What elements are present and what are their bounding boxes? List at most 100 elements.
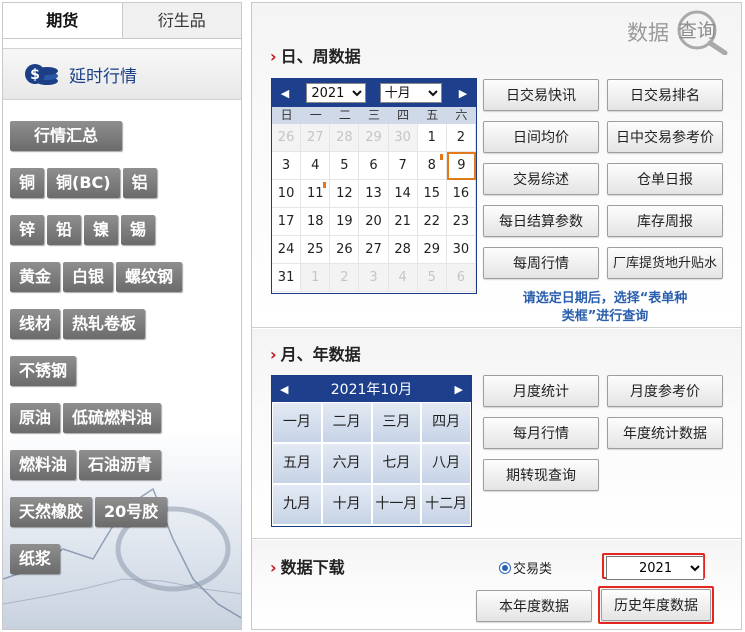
prev-month-icon[interactable]: ◀ [277,87,293,100]
calendar-day[interactable]: 27 [359,236,389,264]
calendar-day[interactable]: 10 [272,180,302,208]
calendar-day[interactable]: 24 [272,236,302,264]
calendar-day[interactable]: 28 [388,236,418,264]
calendar-day[interactable]: 3 [272,152,302,180]
calendar-day[interactable]: 30 [388,124,418,152]
calendar-day[interactable]: 4 [388,264,418,292]
calendar-day[interactable]: 23 [446,208,476,236]
monthly-button[interactable]: 每月行情 [483,417,599,449]
next-year-icon[interactable]: ▶ [455,383,463,396]
daily-button[interactable]: 每日结算参数 [483,205,599,237]
calendar-day[interactable]: 12 [330,180,360,208]
summary-button[interactable]: 行情汇总 [10,121,123,151]
history-year-data-button[interactable]: 历史年度数据 [601,589,711,621]
calendar-day[interactable]: 17 [272,208,302,236]
calendar-day[interactable]: 6 [446,264,476,292]
month-cell[interactable]: 二月 [321,402,372,443]
calendar-day[interactable]: 21 [388,208,418,236]
tab-futures[interactable]: 期货 [3,3,122,38]
month-cell[interactable]: 七月 [371,443,422,484]
calendar-day[interactable]: 7 [388,152,418,180]
product-button[interactable]: 纸浆 [10,544,61,574]
calendar-day[interactable]: 2 [446,124,476,152]
product-button[interactable]: 锌 [10,215,45,245]
month-cell[interactable]: 十一月 [371,484,422,525]
product-button[interactable]: 黄金 [10,262,61,292]
calendar-day[interactable]: 5 [417,264,447,292]
monthly-button[interactable]: 年度统计数据 [607,417,723,449]
calendar-day[interactable]: 18 [301,208,331,236]
next-month-icon[interactable]: ▶ [455,87,471,100]
calendar-day[interactable]: 5 [330,152,360,180]
tab-derivatives[interactable]: 衍生品 [121,3,241,38]
calendar-day[interactable]: 26 [272,124,302,152]
product-button[interactable]: 不锈钢 [10,356,77,386]
monthly-button[interactable]: 期转现查询 [483,459,599,491]
calendar-day[interactable]: 29 [417,236,447,264]
calendar-day[interactable]: 20 [359,208,389,236]
product-button[interactable]: 燃料油 [10,450,77,480]
calendar-day[interactable]: 25 [301,236,331,264]
product-button[interactable]: 20号胶 [95,497,168,527]
calendar-day[interactable]: 31 [272,264,302,292]
product-button[interactable]: 铜(BC) [47,168,120,198]
month-select[interactable]: 十月 [379,83,442,103]
calendar-day[interactable]: 30 [446,236,476,264]
calendar-day[interactable]: 3 [359,264,389,292]
calendar-day[interactable]: 11 [301,180,331,208]
daily-button[interactable]: 日交易快讯 [483,79,599,111]
product-button[interactable]: 石油沥青 [79,450,162,480]
month-cell[interactable]: 九月 [272,484,322,525]
daily-button[interactable]: 日交易排名 [607,79,723,111]
product-button[interactable]: 原油 [10,403,61,433]
product-button[interactable]: 白银 [63,262,114,292]
daily-button[interactable]: 交易综述 [483,163,599,195]
daily-button[interactable]: 日中交易参考价 [607,121,723,153]
calendar-day[interactable]: 28 [330,124,360,152]
calendar-day[interactable]: 26 [330,236,360,264]
calendar-day[interactable]: 8 [417,152,447,180]
calendar-day[interactable]: 6 [359,152,389,180]
calendar-day[interactable]: 29 [359,124,389,152]
daily-button[interactable]: 厂库提货地升贴水 [607,247,723,279]
daily-button[interactable]: 库存周报 [607,205,723,237]
calendar-day[interactable]: 14 [388,180,418,208]
month-cell[interactable]: 六月 [321,443,372,484]
current-year-data-button[interactable]: 本年度数据 [476,590,592,622]
product-button[interactable]: 螺纹钢 [116,262,183,292]
delayed-quotes-link[interactable]: $ 延时行情 [3,48,241,100]
product-button[interactable]: 铜 [10,168,45,198]
product-button[interactable]: 天然橡胶 [10,497,93,527]
product-button[interactable]: 低硫燃料油 [63,403,162,433]
product-button[interactable]: 铅 [47,215,82,245]
calendar-day[interactable]: 22 [417,208,447,236]
calendar-day[interactable]: 13 [359,180,389,208]
calendar-day[interactable]: 16 [446,180,476,208]
month-cell[interactable]: 五月 [272,443,322,484]
daily-button[interactable]: 日间均价 [483,121,599,153]
month-cell[interactable]: 四月 [421,402,471,443]
calendar-day[interactable]: 9 [446,152,476,180]
calendar-day[interactable]: 4 [301,152,331,180]
month-cell[interactable]: 八月 [421,443,471,484]
calendar-day[interactable]: 1 [301,264,331,292]
calendar-day[interactable]: 19 [330,208,360,236]
radio-selected-icon[interactable] [499,561,511,574]
product-button[interactable]: 铝 [122,168,157,198]
daily-button[interactable]: 每周行情 [483,247,599,279]
month-cell[interactable]: 一月 [272,402,322,443]
daily-button[interactable]: 仓单日报 [607,163,723,195]
calendar-day[interactable]: 27 [301,124,331,152]
year-select[interactable]: 2021 [306,83,367,103]
download-year-select[interactable]: 2021 [606,556,704,580]
trade-type-radio[interactable]: 交易类 [499,558,552,577]
month-cell[interactable]: 十月 [321,484,372,525]
product-button[interactable]: 热轧卷板 [63,309,146,339]
prev-year-icon[interactable]: ◀ [280,383,288,396]
product-button[interactable]: 镍 [84,215,119,245]
month-cell[interactable]: 三月 [371,402,422,443]
calendar-day[interactable]: 15 [417,180,447,208]
product-button[interactable]: 锡 [121,215,156,245]
calendar-day[interactable]: 2 [330,264,360,292]
monthly-button[interactable]: 月度参考价 [607,375,723,407]
